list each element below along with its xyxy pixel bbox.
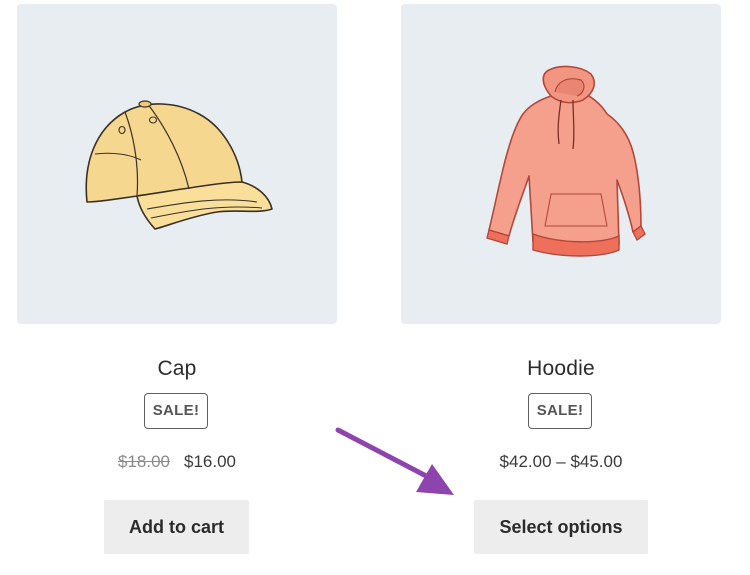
product-title[interactable]: Hoodie [401, 357, 721, 381]
product-price: $18.00 $16.00 [17, 452, 337, 472]
product-image-hoodie[interactable] [401, 4, 721, 324]
product-card-cap: Cap SALE! $18.00 $16.00 Add to cart [17, 4, 337, 554]
arrow-icon [335, 427, 454, 495]
sale-badge: SALE! [144, 393, 208, 429]
product-card-hoodie: Hoodie SALE! $42.00 – $45.00 Select opti… [401, 4, 721, 554]
regular-price: $18.00 [118, 452, 170, 471]
add-to-cart-button[interactable]: Add to cart [104, 500, 249, 554]
product-image-cap[interactable] [17, 4, 337, 324]
hoodie-illustration [486, 65, 646, 257]
select-options-button[interactable]: Select options [474, 500, 648, 554]
sale-price: $16.00 [184, 452, 236, 471]
sale-badge: SALE! [528, 393, 592, 429]
product-title[interactable]: Cap [17, 357, 337, 381]
product-grid: Cap SALE! $18.00 $16.00 Add to cart Hood… [0, 0, 750, 575]
cap-illustration [85, 100, 273, 230]
